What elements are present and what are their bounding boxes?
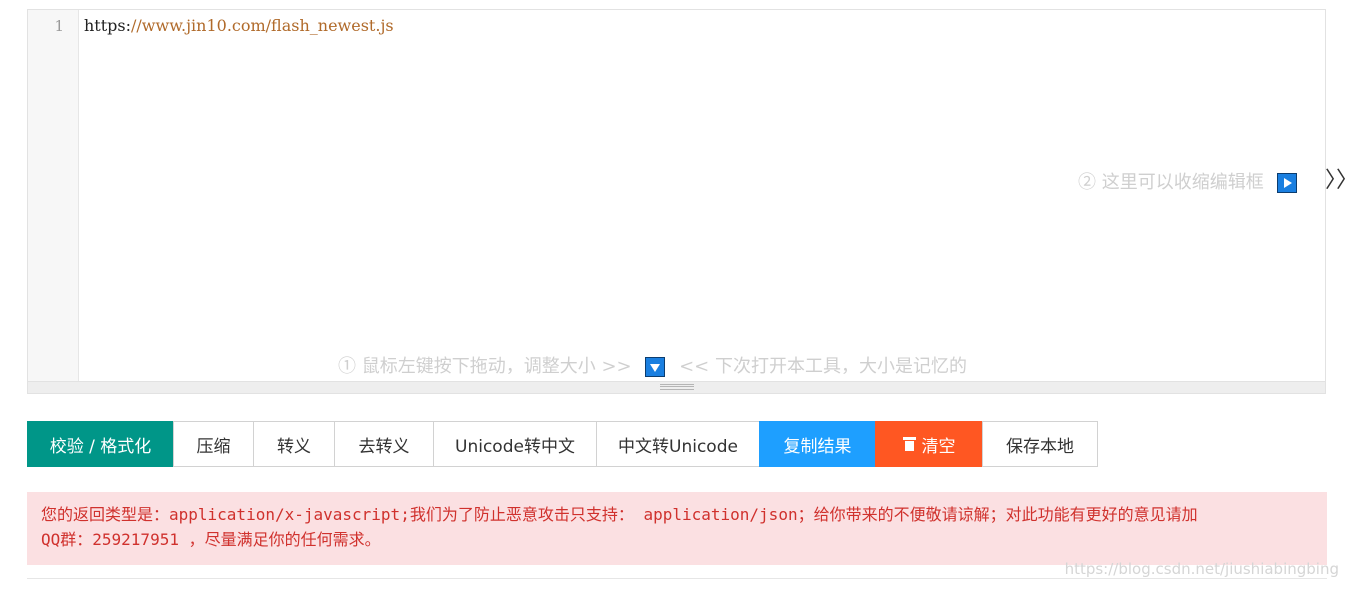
clear-button-label: 清空 (921, 436, 956, 457)
save-local-button[interactable]: 保存本地 (982, 421, 1098, 467)
error-alert: 您的返回类型是：application/x-javascript;我们为了防止恶… (27, 492, 1327, 565)
resize-down-icon[interactable] (645, 357, 666, 377)
code-string: //www.jin10.com/flash_newest.js (131, 16, 394, 35)
collapse-hint: ② 这里可以收缩编辑框 (1078, 168, 1298, 194)
code-prefix: https: (84, 16, 132, 35)
clear-button[interactable]: 清空 (875, 421, 983, 467)
expand-chevron-icon[interactable]: 〉〉 (1325, 162, 1347, 194)
collapse-editor-button[interactable] (1277, 173, 1298, 193)
resize-handle[interactable] (28, 381, 1325, 393)
validate-format-button[interactable]: 校验 / 格式化 (27, 421, 174, 467)
toolbar: 校验 / 格式化 压缩 转义 去转义 Unicode转中文 中文转Unicode… (27, 421, 1098, 467)
unicode-to-chinese-button[interactable]: Unicode转中文 (433, 421, 597, 467)
line-number: 1 (54, 17, 64, 35)
resize-hint-left: ① 鼠标左键按下拖动，调整大小 >> (338, 356, 632, 377)
trash-icon (902, 437, 916, 451)
result-panel-edge (27, 578, 1327, 589)
code-editor[interactable]: 1 https://www.jin10.com/flash_newest.js … (27, 9, 1326, 394)
code-line[interactable]: https://www.jin10.com/flash_newest.js (84, 16, 394, 35)
escape-button[interactable]: 转义 (253, 421, 335, 467)
chinese-to-unicode-button[interactable]: 中文转Unicode (596, 421, 760, 467)
resize-hint: ① 鼠标左键按下拖动，调整大小 >> << 下次打开本工具，大小是记忆的 (338, 352, 967, 378)
alert-line-1: 您的返回类型是：application/x-javascript;我们为了防止恶… (41, 505, 1198, 524)
unescape-button[interactable]: 去转义 (334, 421, 434, 467)
copy-result-button[interactable]: 复制结果 (759, 421, 876, 467)
alert-line-2: QQ群：259217951 ，尽量满足你的任何需求。 (41, 530, 381, 549)
resize-hint-right: << 下次打开本工具，大小是记忆的 (679, 356, 967, 377)
grip-icon (660, 384, 694, 390)
compress-button[interactable]: 压缩 (173, 421, 254, 467)
collapse-hint-text: ② 这里可以收缩编辑框 (1078, 172, 1264, 193)
line-gutter: 1 (28, 10, 79, 383)
watermark: https://blog.csdn.net/jiushiabingbing (1064, 560, 1339, 578)
